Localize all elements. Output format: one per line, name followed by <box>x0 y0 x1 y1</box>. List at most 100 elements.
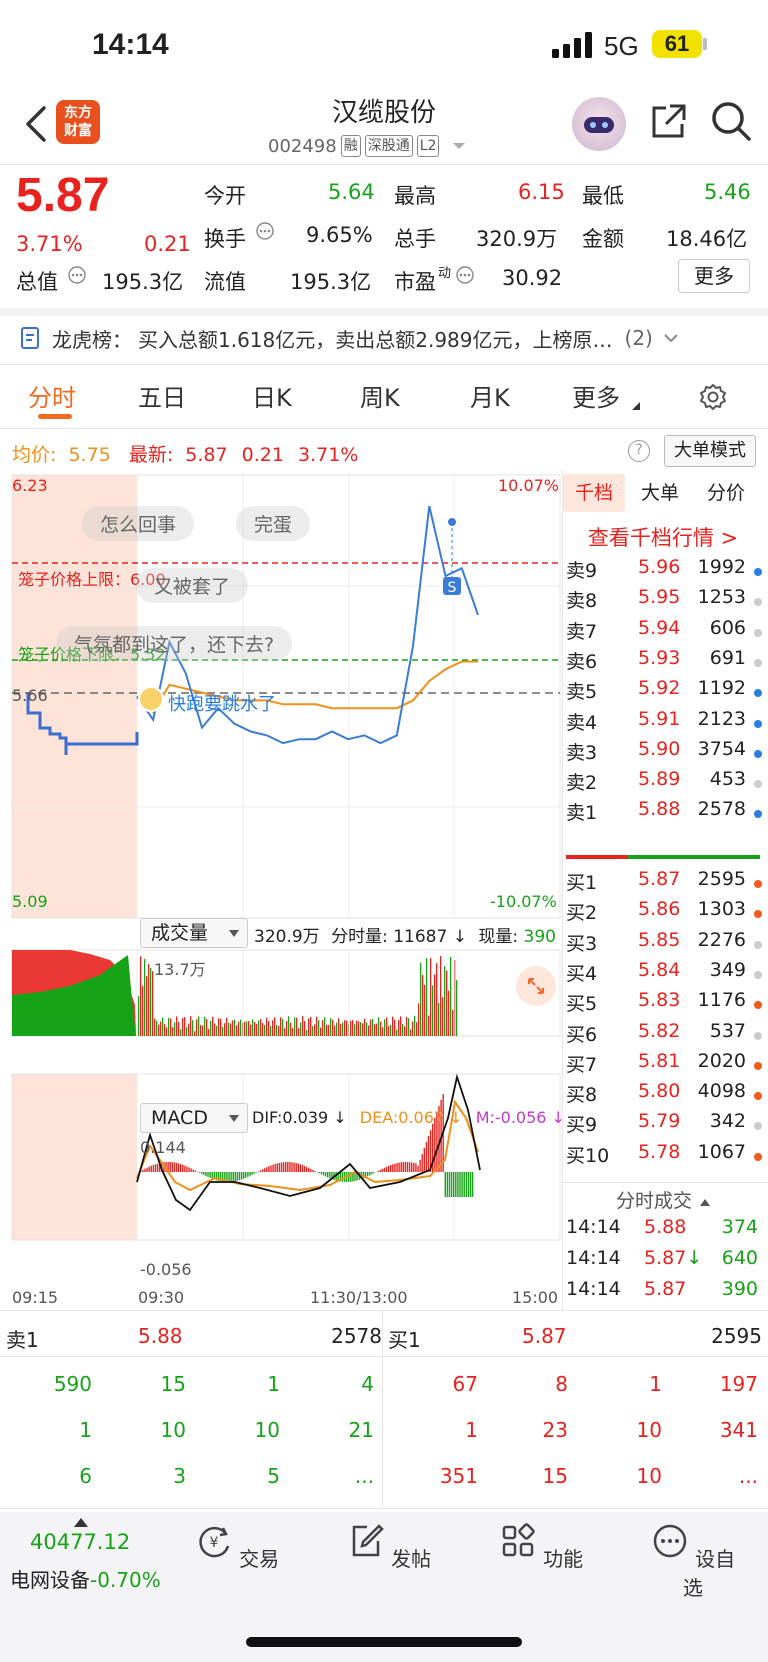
annotation-text[interactable]: 快跑要跳水了 <box>168 690 276 716</box>
volume-bar <box>282 1019 284 1036</box>
current-price: 5.87 <box>16 169 110 222</box>
volume-bar <box>198 1016 200 1036</box>
macd-bar <box>419 1160 421 1172</box>
ask-row[interactable]: 卖2 5.89 453 <box>564 768 762 800</box>
trade-volume: 390 <box>721 1278 758 1300</box>
bid-row[interactable]: 买8 5.80 4098 <box>564 1080 762 1112</box>
volume-bar <box>396 1029 398 1036</box>
nav-post[interactable]: 发帖 <box>344 1522 434 1572</box>
index-ticker[interactable]: 电网设备-0.70% <box>10 1564 161 1593</box>
view-depth-link[interactable]: 查看千档行情 > <box>563 522 763 552</box>
volume-bar <box>304 1021 306 1036</box>
help-icon[interactable]: ? <box>628 440 650 462</box>
chevron-down-icon[interactable] <box>663 332 679 344</box>
search-icon[interactable] <box>710 100 752 142</box>
macd-bar <box>348 1172 350 1182</box>
macd-bar <box>152 1164 155 1172</box>
info-dots-icon[interactable] <box>256 222 274 240</box>
volume-bar <box>182 1018 184 1036</box>
macd-bar <box>423 1148 425 1172</box>
bid-row[interactable]: 买3 5.85 2276 <box>564 929 762 961</box>
bid-row[interactable]: 买6 5.82 537 <box>564 1020 762 1052</box>
macd-bar <box>198 1172 201 1173</box>
volume-bar <box>328 1024 330 1036</box>
index-value[interactable]: 40477.12 <box>30 1530 130 1554</box>
tab-intraday[interactable]: 分时 <box>28 378 76 413</box>
vol-now: 390 <box>523 927 556 947</box>
nav-watchlist[interactable]: 设自选 <box>648 1522 738 1601</box>
comment-bubble[interactable]: 完蛋 <box>236 506 311 541</box>
macd-bar <box>425 1142 428 1172</box>
comment-bubble[interactable]: 怎么回事 <box>82 506 195 541</box>
bid-row[interactable]: 买5 5.83 1176 <box>564 989 762 1021</box>
dropdown-icon[interactable] <box>451 140 467 152</box>
volume-bar <box>358 1021 360 1036</box>
bid-dot-icon <box>754 880 762 888</box>
ask-row[interactable]: 卖9 5.96 1992 <box>564 556 762 588</box>
tab-depth[interactable]: 千档 <box>563 474 625 512</box>
ask-row[interactable]: 卖3 5.90 3754 <box>564 738 762 770</box>
queue-cell: 10 <box>636 1464 662 1488</box>
queue-cell: 1 <box>465 1418 478 1442</box>
tab-more[interactable]: 更多 <box>572 378 620 413</box>
tab-5day[interactable]: 五日 <box>138 378 186 413</box>
bid-row[interactable]: 买10 5.78 1067 <box>564 1141 762 1173</box>
comment-bubble[interactable]: 又被套了 <box>136 568 249 603</box>
bid-row[interactable]: 买2 5.86 1303 <box>564 898 762 930</box>
bid-row[interactable]: 买9 5.79 342 <box>564 1110 762 1142</box>
tab-month-k[interactable]: 月K <box>470 378 510 413</box>
macd-bar <box>415 1163 417 1172</box>
bid-row[interactable]: 买1 5.87 2595 <box>564 868 762 900</box>
dragon-tiger-row[interactable]: 龙虎榜： 买入总额1.618亿元，卖出总额2.989亿元，上榜原… (2) <box>0 312 768 364</box>
macd-bar <box>341 1172 344 1182</box>
tab-price-dist[interactable]: 分价 <box>695 474 757 512</box>
ask-row[interactable]: 卖8 5.95 1253 <box>564 586 762 618</box>
macd-bar <box>175 1162 178 1172</box>
macd-bar <box>295 1163 297 1172</box>
gear-icon[interactable] <box>698 382 728 412</box>
stock-code-row[interactable]: 002498 融 深股通 L2 <box>268 133 467 159</box>
tag-margin: 融 <box>340 135 361 157</box>
home-indicator[interactable] <box>246 1637 522 1647</box>
comment-bubble[interactable]: 气氛都到这了，还下去? <box>56 626 293 661</box>
bid-row[interactable]: 买4 5.84 349 <box>564 959 762 991</box>
nav-functions[interactable]: 功能 <box>496 1522 586 1572</box>
macd-selector[interactable]: MACD <box>140 1103 248 1133</box>
ask-row[interactable]: 卖5 5.92 1192 <box>564 677 762 709</box>
macd-bar <box>180 1164 182 1172</box>
macd-bar <box>444 1172 446 1197</box>
volume-bar <box>240 1019 242 1036</box>
vol-now-label: 现量: <box>478 927 519 947</box>
tab-big-orders[interactable]: 大单 <box>629 474 691 512</box>
volume-bar <box>344 1020 346 1036</box>
divider <box>563 1182 768 1183</box>
robot-assistant-icon[interactable] <box>572 97 626 151</box>
more-button[interactable]: 更多 <box>678 259 750 293</box>
bid-row[interactable]: 买7 5.81 2020 <box>564 1050 762 1082</box>
macd-bar <box>411 1162 413 1172</box>
queue-cell: 3 <box>173 1464 186 1488</box>
ask-row[interactable]: 卖7 5.94 606 <box>564 617 762 649</box>
bid-dot-icon <box>754 1061 762 1070</box>
user-avatar-icon[interactable] <box>138 686 164 712</box>
volume-selector[interactable]: 成交量 <box>140 918 248 948</box>
nav-trade[interactable]: ¥ 交易 <box>192 1522 282 1572</box>
info-dots-icon[interactable] <box>456 266 474 284</box>
share-icon[interactable] <box>648 102 688 142</box>
big-order-mode-button[interactable]: 大单模式 <box>664 435 756 467</box>
macd-bar <box>255 1172 257 1173</box>
info-dots-icon[interactable] <box>68 266 86 284</box>
volume-bar <box>196 1019 198 1036</box>
ask-row[interactable]: 卖1 5.88 2578 <box>564 798 762 830</box>
macd-top-label: 0.144 <box>140 1138 186 1157</box>
ask-row[interactable]: 卖4 5.91 2123 <box>564 708 762 740</box>
volume-bar <box>210 1021 212 1036</box>
queue-buy-vol: 2595 <box>711 1324 762 1348</box>
expand-icon[interactable] <box>516 966 556 1006</box>
ask-row[interactable]: 卖6 5.93 691 <box>564 647 762 679</box>
intraday-chart[interactable]: S <box>0 470 563 1310</box>
tab-day-k[interactable]: 日K <box>252 378 292 413</box>
tab-week-k[interactable]: 周K <box>360 378 400 413</box>
trades-title[interactable]: 分时成交 <box>564 1186 762 1213</box>
macd-title: MACD <box>151 1107 208 1129</box>
